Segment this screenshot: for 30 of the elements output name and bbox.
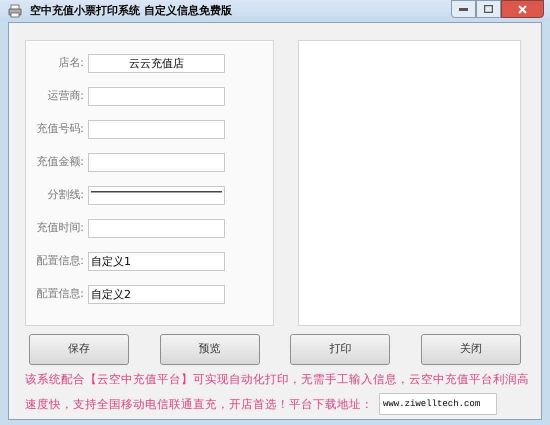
minimize-button[interactable] <box>451 0 476 18</box>
action-button[interactable]: 关闭 <box>420 334 521 365</box>
input-field[interactable]: 自定义1 <box>88 252 225 271</box>
close-button[interactable] <box>501 0 544 18</box>
printer-icon <box>8 4 22 18</box>
field-label: 运营商: <box>46 88 85 104</box>
field-label: 充值金额: <box>35 154 85 170</box>
field-label: 配置信息: <box>35 286 85 302</box>
field-label: 充值号码: <box>35 121 85 138</box>
input-field[interactable] <box>88 219 225 238</box>
field-label: 配置信息: <box>35 253 85 270</box>
notice-text: 速度快，支持全国移动电信联通直充，开店首选！平台下载地址： <box>25 396 373 413</box>
maximize-icon <box>484 5 493 13</box>
input-field[interactable] <box>88 87 225 106</box>
field-label: 充值时间: <box>35 220 85 236</box>
close-icon <box>518 4 527 14</box>
input-field[interactable]: 云云充值店 <box>88 54 225 73</box>
field-label: 分割线: <box>46 187 85 204</box>
window-title: 空中充值小票打印系统 自定义信息免费版 <box>30 2 232 19</box>
input-field[interactable]: 自定义2 <box>88 285 225 304</box>
action-button[interactable]: 保存 <box>29 334 129 365</box>
input-field[interactable] <box>88 120 225 139</box>
divider-field[interactable] <box>88 186 225 205</box>
action-button[interactable]: 打印 <box>290 334 390 365</box>
minimize-icon <box>459 8 468 10</box>
field-label: 店名: <box>57 55 85 72</box>
url-field[interactable]: www.ziwelltech.com <box>379 393 497 416</box>
input-field[interactable] <box>88 153 225 172</box>
action-button[interactable]: 预览 <box>160 334 260 365</box>
maximize-button[interactable] <box>476 0 501 18</box>
